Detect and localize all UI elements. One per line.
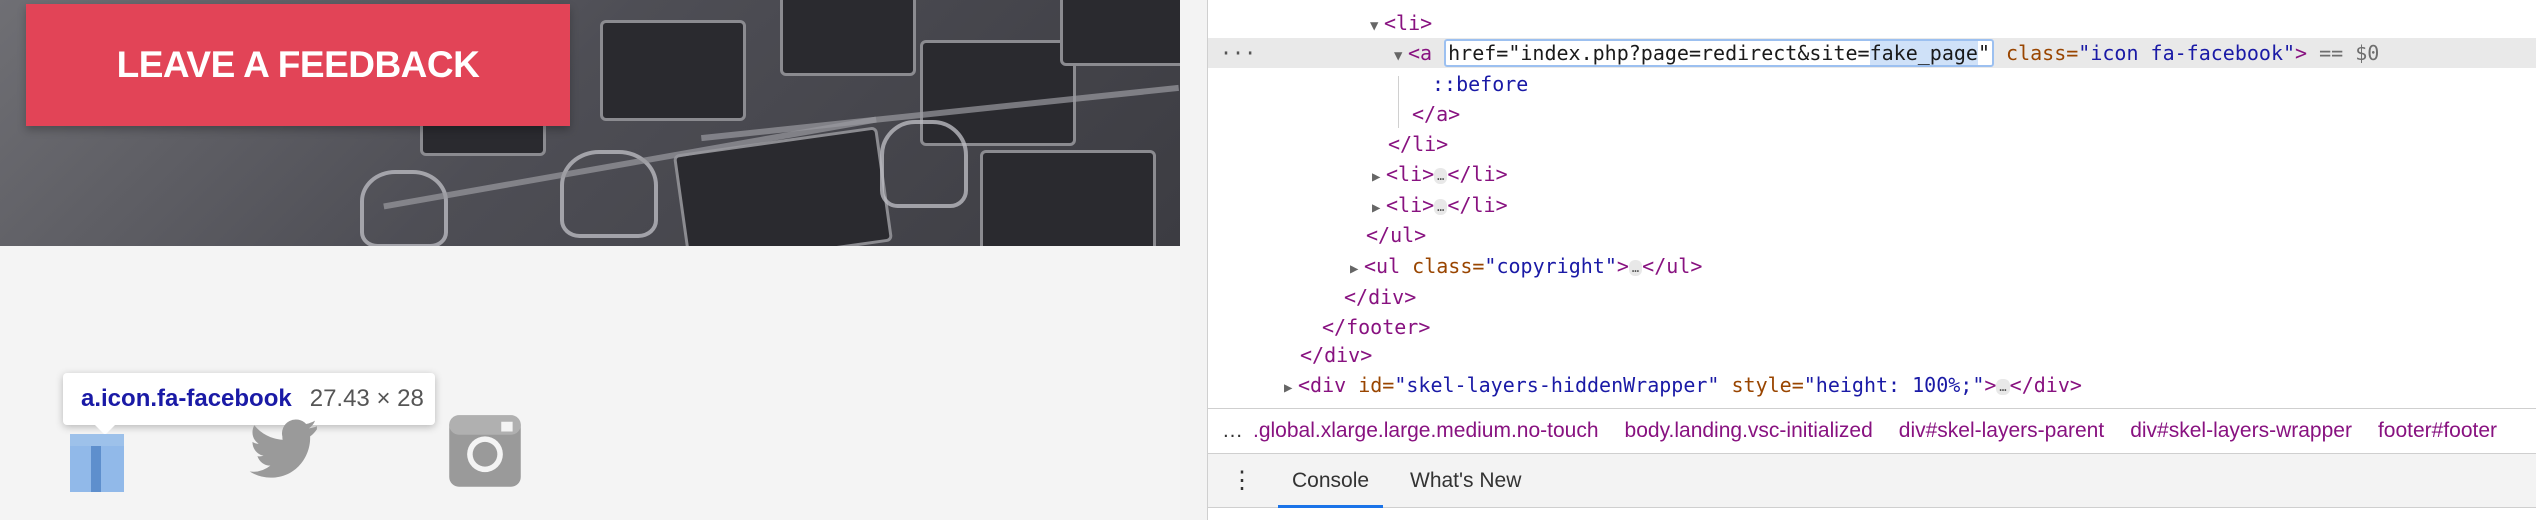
dom-node-li-collapsed[interactable]: ▶ <li>… </li>	[1208, 159, 1508, 189]
chair-shape	[880, 120, 968, 208]
ellipsis-badge[interactable]: …	[1434, 167, 1448, 184]
leave-feedback-button[interactable]: LEAVE A FEEDBACK	[26, 4, 570, 126]
breadcrumb-item[interactable]: footer#footer	[2378, 419, 2497, 442]
attr-name: id=	[1346, 373, 1395, 397]
attr-href-end: "	[1977, 41, 1990, 65]
pseudo-element-text: ::before	[1432, 72, 1529, 96]
chair-shape	[360, 170, 448, 246]
tag-text: <li>	[1384, 11, 1433, 35]
ellipsis-badge[interactable]: …	[1996, 378, 2010, 395]
tag-text: <ul	[1364, 254, 1401, 278]
devtools-panel: ▼ <li> ··· ▼ <a href="index.php?page=redir…	[1208, 0, 2536, 520]
attr-href-text: href="index.php?page=redirect&site=	[1448, 41, 1870, 65]
breadcrumb-item[interactable]: div#skel-layers-wrapper	[2130, 419, 2352, 442]
tag-text: <li>	[1386, 193, 1435, 217]
facebook-icon[interactable]	[70, 434, 124, 492]
tag-text: >	[1984, 373, 1997, 397]
dom-node-a-close[interactable]: </a>	[1208, 99, 1460, 129]
instagram-icon-svg	[449, 415, 521, 487]
dom-breadcrumbs: … .global.xlarge.large.medium.no-touch bod…	[1208, 408, 2536, 454]
monitor-shape	[672, 126, 894, 246]
attr-value: "skel-layers-hiddenWrapper"	[1394, 373, 1720, 397]
dom-node-div-close[interactable]: </div>	[1208, 340, 1372, 370]
tag-text: </li>	[1447, 193, 1508, 217]
tag-text: >	[1616, 254, 1629, 278]
tag-text: </ul>	[1642, 254, 1703, 278]
dom-node-ul-close[interactable]: </ul>	[1208, 220, 1426, 250]
tag-text: </div>	[1300, 343, 1373, 367]
tag-text: <a	[1408, 41, 1433, 65]
tag-text: <li>	[1386, 162, 1435, 186]
collapse-triangle-icon[interactable]: ▶	[1372, 193, 1386, 223]
panel-divider[interactable]	[1180, 0, 1208, 520]
tag-text: </li>	[1447, 162, 1508, 186]
ellipsis-badge[interactable]: …	[1434, 198, 1448, 215]
collapse-triangle-icon[interactable]: ▶	[1372, 162, 1386, 192]
breadcrumb-item[interactable]: body.landing.vsc-initialized	[1625, 419, 1873, 442]
attr-href-highlight: fake_page	[1869, 41, 1978, 65]
tag-text: </li>	[1388, 132, 1449, 156]
ellipsis-badge[interactable]: …	[1628, 259, 1643, 276]
web-page: LEAVE A FEEDBACK a.icon.fa-facebook 27.4…	[0, 0, 1180, 520]
tag-text: </ul>	[1366, 223, 1427, 247]
tag-text: </footer>	[1322, 315, 1431, 339]
dom-node-li[interactable]: ▼ <li>	[1208, 8, 1432, 38]
tag-text: </div>	[1344, 285, 1417, 309]
dom-node-li-close[interactable]: </li>	[1208, 129, 1448, 159]
expand-triangle-icon[interactable]: ▼	[1370, 11, 1384, 41]
monitor-shape	[780, 0, 916, 76]
kebab-menu-icon[interactable]: ⋮	[1230, 454, 1254, 508]
selected-indicator: == $0	[2319, 41, 2380, 65]
attr-class-value: "icon fa-facebook"	[2078, 41, 2296, 65]
dom-node-li-collapsed[interactable]: ▶ <li>… </li>	[1208, 190, 1508, 220]
breadcrumb-overflow-icon[interactable]: …	[1222, 419, 1243, 442]
drawer-tabbar: ⋮ Console What's New	[1208, 454, 2536, 508]
attr-value: "copyright"	[1484, 254, 1617, 278]
attr-name: style=	[1719, 373, 1804, 397]
tooltip-selector: a.icon.fa-facebook	[81, 385, 292, 412]
dom-node-before[interactable]: ::before	[1208, 69, 1528, 99]
tag-text: </a>	[1412, 102, 1461, 126]
elements-tree: ▼ <li> ··· ▼ <a href="index.php?page=redir…	[1208, 0, 2536, 408]
highlight-padding	[70, 434, 124, 446]
tooltip-size: 27.43 × 28	[309, 385, 424, 412]
tag-text: </div>	[2009, 373, 2082, 397]
tab-console[interactable]: Console	[1278, 454, 1384, 508]
dom-node-footer-close[interactable]: </footer>	[1208, 312, 1430, 342]
attribute-edit-field[interactable]: href="index.php?page=redirect&site=fake_…	[1444, 39, 1994, 67]
tab-whats-new[interactable]: What's New	[1396, 454, 1535, 508]
attr-name: class=	[1400, 254, 1485, 278]
collapse-triangle-icon[interactable]: ▶	[1284, 373, 1298, 403]
instagram-icon[interactable]	[446, 412, 524, 490]
dom-node-div-close[interactable]: </div>	[1208, 282, 1416, 312]
twitter-icon[interactable]	[244, 412, 322, 486]
dom-node-hidden-wrapper[interactable]: ▶ <div id="skel-layers-hiddenWrapper" sty…	[1208, 370, 2082, 400]
dom-node-ul-copyright[interactable]: ▶ <ul class="copyright">… </ul>	[1208, 251, 1702, 281]
monitor-shape	[600, 20, 746, 121]
monitor-shape	[980, 150, 1156, 246]
attr-class-name: class=	[2006, 41, 2079, 65]
attr-value: "height: 100%;"	[1803, 373, 1985, 397]
twitter-icon-svg	[249, 419, 317, 478]
monitor-shape	[1060, 0, 1180, 66]
collapse-triangle-icon[interactable]: ▶	[1350, 254, 1364, 284]
expand-triangle-icon[interactable]: ▼	[1394, 41, 1408, 71]
tag-text: >	[2295, 41, 2308, 65]
more-options-icon[interactable]: ···	[1220, 38, 1256, 68]
facebook-glyph	[91, 446, 101, 492]
breadcrumb-item[interactable]: div#skel-layers-parent	[1899, 419, 2104, 442]
breadcrumb-item[interactable]: .global.xlarge.large.medium.no-touch	[1253, 419, 1599, 442]
console-toolbar	[1208, 508, 2536, 520]
dom-node-a-selected[interactable]: ··· ▼ <a href="index.php?page=redirect&si…	[1208, 38, 2536, 68]
tag-text: <div	[1298, 373, 1347, 397]
